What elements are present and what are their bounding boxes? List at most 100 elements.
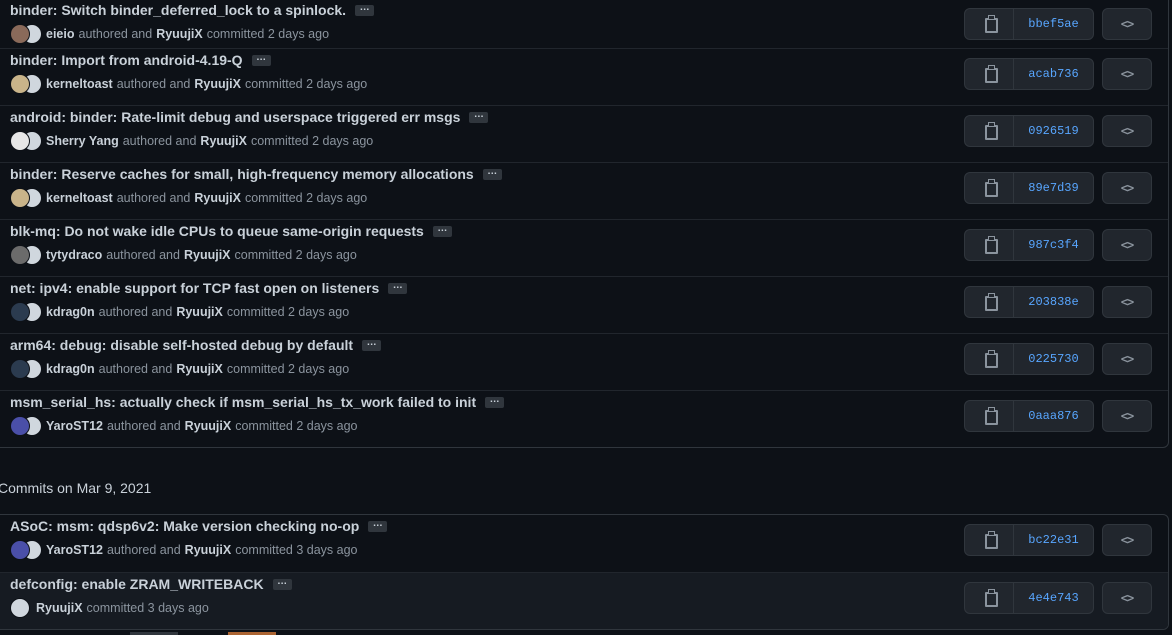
committer-name[interactable]: RyuujiX: [184, 248, 231, 262]
author-name[interactable]: kdrag0n: [46, 362, 95, 376]
author-name[interactable]: tytydraco: [46, 248, 102, 262]
commit-sha-link[interactable]: 0aaa876: [1013, 400, 1094, 432]
commit-message: binder: Reserve caches for small, high-f…: [10, 166, 502, 182]
expand-message-button[interactable]: …: [368, 518, 388, 532]
expand-message-button[interactable]: …: [485, 394, 505, 408]
copy-sha-button[interactable]: [964, 524, 1014, 556]
author-avatar[interactable]: [10, 416, 30, 436]
expand-message-button[interactable]: …: [362, 337, 382, 351]
committer-name[interactable]: RyuujiX: [176, 362, 223, 376]
author-name[interactable]: kerneltoast: [46, 191, 113, 205]
author-name[interactable]: YaroST12: [46, 543, 103, 557]
expand-message-button[interactable]: …: [272, 576, 292, 590]
commit-sha-link[interactable]: acab736: [1013, 58, 1094, 90]
author-avatar[interactable]: [10, 359, 30, 379]
authored-label: authored and: [116, 77, 191, 91]
browse-repo-button[interactable]: <>: [1102, 229, 1152, 261]
expand-message-button[interactable]: …: [355, 2, 375, 16]
commit-sha-link[interactable]: 987c3f4: [1013, 229, 1094, 261]
copy-sha-button[interactable]: [964, 229, 1014, 261]
commit-message: defconfig: enable ZRAM_WRITEBACK …: [10, 576, 292, 592]
commit-title-link[interactable]: binder: Switch binder_deferred_lock to a…: [10, 2, 346, 18]
commit-sha-link[interactable]: 0225730: [1013, 343, 1094, 375]
browse-repo-button[interactable]: <>: [1102, 8, 1152, 40]
commit-title-link[interactable]: binder: Import from android-4.19-Q: [10, 52, 243, 68]
commit-sha-link[interactable]: bbef5ae: [1013, 8, 1094, 40]
avatar-stack: [10, 74, 42, 94]
commit-title-link[interactable]: blk-mq: Do not wake idle CPUs to queue s…: [10, 223, 424, 239]
authored-label: authored and: [122, 134, 197, 148]
author-avatar[interactable]: [10, 302, 30, 322]
commit-title-link[interactable]: binder: Reserve caches for small, high-f…: [10, 166, 474, 182]
committer-name[interactable]: RyuujiX: [176, 305, 223, 319]
copy-sha-button[interactable]: [964, 400, 1014, 432]
author-name[interactable]: kerneltoast: [46, 77, 113, 91]
author-name[interactable]: kdrag0n: [46, 305, 95, 319]
copy-sha-button[interactable]: [964, 172, 1014, 204]
browse-repo-button[interactable]: <>: [1102, 524, 1152, 556]
committed-time: committed 2 days ago: [226, 305, 350, 319]
commit-sha-link[interactable]: bc22e31: [1013, 524, 1094, 556]
commit-row: arm64: debug: disable self-hosted debug …: [0, 333, 1168, 390]
committer-name[interactable]: RyuujiX: [36, 601, 83, 615]
copy-sha-button[interactable]: [964, 582, 1014, 614]
clippy-icon: [985, 531, 998, 549]
clippy-icon: [985, 350, 998, 368]
expand-message-button[interactable]: …: [469, 109, 489, 123]
copy-sha-button[interactable]: [964, 8, 1014, 40]
author-avatar[interactable]: [10, 540, 30, 560]
browse-repo-button[interactable]: <>: [1102, 115, 1152, 147]
browse-repo-button[interactable]: <>: [1102, 172, 1152, 204]
browse-repo-button[interactable]: <>: [1102, 58, 1152, 90]
commit-title-link[interactable]: ASoC: msm: qdsp6v2: Make version checkin…: [10, 518, 359, 534]
expand-message-button[interactable]: …: [251, 52, 271, 66]
expand-message-button[interactable]: …: [432, 223, 452, 237]
commit-title-link[interactable]: arm64: debug: disable self-hosted debug …: [10, 337, 353, 353]
copy-sha-button[interactable]: [964, 58, 1014, 90]
copy-sha-button[interactable]: [964, 286, 1014, 318]
author-avatar[interactable]: [10, 74, 30, 94]
commit-meta: kdrag0n authored and RyuujiX committed 2 da…: [10, 302, 353, 322]
author-name[interactable]: eieio: [46, 27, 75, 41]
committer-avatar[interactable]: [10, 598, 30, 618]
commit-sha-link[interactable]: 89e7d39: [1013, 172, 1094, 204]
author-name[interactable]: YaroST12: [46, 419, 103, 433]
expand-message-button[interactable]: …: [482, 166, 502, 180]
commit-title-link[interactable]: msm_serial_hs: actually check if msm_ser…: [10, 394, 476, 410]
commit-title-link[interactable]: android: binder: Rate-limit debug and us…: [10, 109, 460, 125]
expand-message-button[interactable]: …: [388, 280, 408, 294]
copy-sha-button[interactable]: [964, 115, 1014, 147]
commit-meta: Sherry Yang authored and RyuujiX committed …: [10, 131, 377, 151]
browse-repo-button[interactable]: <>: [1102, 582, 1152, 614]
commit-title-link[interactable]: net: ipv4: enable support for TCP fast o…: [10, 280, 379, 296]
committer-name[interactable]: RyuujiX: [200, 134, 247, 148]
commit-row: binder: Reserve caches for small, high-f…: [0, 162, 1168, 219]
authored-label: authored and: [116, 191, 191, 205]
commit-sha-link[interactable]: 0926519: [1013, 115, 1094, 147]
committer-name[interactable]: RyuujiX: [194, 191, 241, 205]
browse-repo-button[interactable]: <>: [1102, 400, 1152, 432]
author-avatar[interactable]: [10, 245, 30, 265]
author-avatar[interactable]: [10, 131, 30, 151]
avatar-stack: [10, 359, 42, 379]
commit-sha-link[interactable]: 4e4e743: [1013, 582, 1094, 614]
code-icon: <>: [1120, 17, 1134, 31]
copy-sha-button[interactable]: [964, 343, 1014, 375]
code-icon: <>: [1120, 67, 1134, 81]
avatar-stack: [10, 416, 42, 436]
authored-label: authored and: [106, 248, 180, 262]
clippy-icon: [985, 122, 998, 140]
committer-name[interactable]: RyuujiX: [185, 543, 232, 557]
committer-name[interactable]: RyuujiX: [185, 419, 232, 433]
browse-repo-button[interactable]: <>: [1102, 286, 1152, 318]
committer-name[interactable]: RyuujiX: [156, 27, 203, 41]
browse-repo-button[interactable]: <>: [1102, 343, 1152, 375]
commit-title-link[interactable]: defconfig: enable ZRAM_WRITEBACK: [10, 576, 264, 592]
author-avatar[interactable]: [10, 188, 30, 208]
committer-name[interactable]: RyuujiX: [194, 77, 241, 91]
commit-sha-link[interactable]: 203838e: [1013, 286, 1094, 318]
code-icon: <>: [1120, 533, 1134, 547]
author-avatar[interactable]: [10, 24, 30, 44]
commit-row: net: ipv4: enable support for TCP fast o…: [0, 276, 1168, 333]
author-name[interactable]: Sherry Yang: [46, 134, 119, 148]
